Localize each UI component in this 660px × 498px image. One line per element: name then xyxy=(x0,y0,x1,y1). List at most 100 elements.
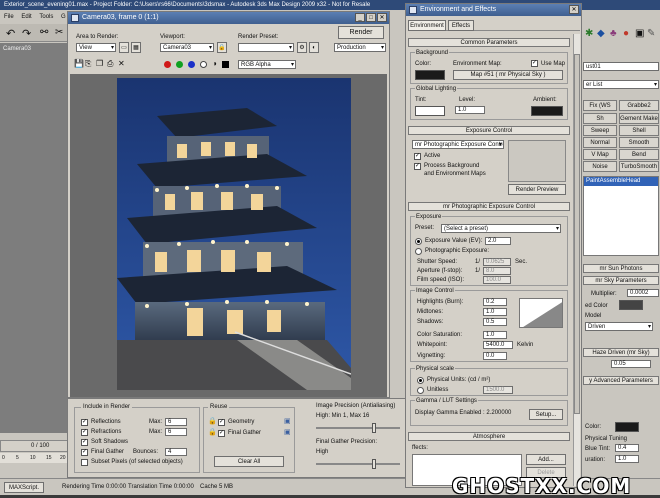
preset-select[interactable]: (Select a preset) xyxy=(441,224,561,233)
haze-field[interactable]: 0.05 xyxy=(611,360,651,368)
model-select[interactable]: Driven xyxy=(585,322,653,331)
track-bar[interactable]: 0 5 10 15 20 xyxy=(0,453,72,463)
close-button[interactable]: ✕ xyxy=(377,13,387,22)
geometry-lock-icon[interactable]: 🔒 xyxy=(208,417,217,425)
mod-sh[interactable]: Sh xyxy=(583,113,617,124)
modifier-list[interactable]: er List xyxy=(583,80,659,89)
shadows-field[interactable]: 0.5 xyxy=(483,318,507,326)
saturation-field[interactable]: 1.0 xyxy=(483,331,507,339)
mod-grabbe[interactable]: Grabbe2 xyxy=(619,100,659,111)
print-image-icon[interactable]: ⎙ xyxy=(107,59,113,69)
copy-image-icon[interactable]: ⎘ xyxy=(85,59,91,69)
maxscript-button[interactable]: MAXScript. xyxy=(4,482,44,493)
render-mode-select[interactable]: Production xyxy=(334,43,386,52)
rollout-sky-params[interactable]: mr Sky Parameters xyxy=(583,276,659,285)
undo-icon[interactable]: ↶ xyxy=(6,27,15,40)
env-map-button[interactable]: Map #51 ( mr Physical Sky ) xyxy=(453,70,563,80)
channel-display-select[interactable]: RGB Alpha xyxy=(238,60,296,69)
timeline[interactable]: 0 / 100 xyxy=(0,440,72,452)
rollout-common-params[interactable]: Common Parameters xyxy=(408,38,570,47)
tab-environment[interactable]: Environment xyxy=(408,20,446,31)
image-precision-slider[interactable] xyxy=(316,423,400,433)
mod-normal[interactable]: Normal xyxy=(583,137,617,148)
rollout-sun-photons[interactable]: mr Sun Photons xyxy=(583,264,659,273)
ev-radio[interactable] xyxy=(415,238,422,245)
render-setup-icon[interactable]: ⚙ xyxy=(297,42,307,53)
geometry-checkbox[interactable]: ✓ xyxy=(218,419,225,426)
hierarchy-tab-icon[interactable]: ♣ xyxy=(610,28,617,39)
process-bg-checkbox[interactable]: ✓ xyxy=(414,163,421,170)
highlights-field[interactable]: 0.2 xyxy=(483,298,507,306)
save-image-icon[interactable]: 💾 xyxy=(74,59,84,68)
bounces-field[interactable]: 4 xyxy=(165,448,187,456)
mod-noise[interactable]: Noise xyxy=(583,161,617,172)
rollout-atmosphere[interactable]: Atmosphere xyxy=(408,432,570,441)
final-gather-checkbox[interactable]: ✓ xyxy=(81,449,88,456)
physical-units-radio[interactable] xyxy=(417,377,424,384)
saturation-field[interactable]: 1.0 xyxy=(615,455,639,463)
menu-file[interactable]: File xyxy=(4,14,14,20)
soft-shadows-checkbox[interactable]: ✓ xyxy=(81,439,88,446)
whitepoint-field[interactable]: 5400.0 xyxy=(483,341,513,349)
object-name[interactable]: ust01 xyxy=(583,62,659,71)
clone-frame-icon[interactable]: ❐ xyxy=(96,59,103,68)
redo-icon[interactable]: ↷ xyxy=(22,27,31,40)
bg-color-swatch[interactable] xyxy=(415,70,445,80)
background-icon[interactable] xyxy=(222,61,229,68)
midtones-field[interactable]: 1.0 xyxy=(483,308,507,316)
stack-item-selected[interactable]: PaintAssembleHead xyxy=(584,177,658,186)
display-tab-icon[interactable]: ▣ xyxy=(635,28,644,39)
use-map-checkbox[interactable]: ✓ xyxy=(531,60,538,67)
minimize-button[interactable]: _ xyxy=(355,13,365,22)
viewport-label[interactable]: Camera03 xyxy=(3,46,31,52)
mono-icon[interactable]: ◑ xyxy=(212,59,217,68)
area-to-render-select[interactable]: View xyxy=(76,43,116,52)
mod-vmap[interactable]: V Map xyxy=(583,149,617,160)
rollout-sky-advanced[interactable]: y Advanced Parameters xyxy=(583,376,659,385)
color-swatch[interactable] xyxy=(615,422,639,432)
max-reflections-field[interactable]: 6 xyxy=(165,418,187,426)
mod-turbosmooth[interactable]: TurboSmooth xyxy=(619,161,659,172)
maximize-button[interactable]: □ xyxy=(366,13,376,22)
render-preset-select[interactable] xyxy=(238,43,294,52)
clear-all-button[interactable]: Clear All xyxy=(214,456,284,467)
viewport-select[interactable]: Camera03 xyxy=(160,43,214,52)
mod-bend[interactable]: Bend xyxy=(619,149,659,160)
render-button[interactable]: Render xyxy=(338,26,384,39)
mod-smooth[interactable]: Smooth xyxy=(619,137,659,148)
max-refractions-field[interactable]: 6 xyxy=(165,428,187,436)
unitless-radio[interactable] xyxy=(417,387,424,394)
gamma-setup-button[interactable]: Setup... xyxy=(529,409,563,420)
refractions-checkbox[interactable]: ✓ xyxy=(81,429,88,436)
rollout-haze-driven[interactable]: Haze Driven (mr Sky) xyxy=(583,348,659,357)
fg-precision-slider[interactable] xyxy=(316,459,400,469)
auto-region-button[interactable]: ▦ xyxy=(131,42,141,53)
geometry-cache-icon[interactable]: ▣ xyxy=(284,417,291,425)
ev-field[interactable]: 2.0 xyxy=(485,237,511,245)
fg-cache-icon[interactable]: ▣ xyxy=(284,428,291,436)
fg-lock-icon[interactable]: 🔒 xyxy=(208,428,217,436)
edit-region-button[interactable]: ▭ xyxy=(119,42,129,53)
env-close-button[interactable]: ✕ xyxy=(569,5,579,14)
active-checkbox[interactable]: ✓ xyxy=(414,153,421,160)
utilities-tab-icon[interactable]: ✎ xyxy=(647,28,655,39)
ambient-swatch[interactable] xyxy=(531,106,563,116)
environment-icon[interactable]: ◐ xyxy=(309,42,319,53)
unlink-icon[interactable]: ✂ xyxy=(55,27,63,38)
alpha-channel-icon[interactable] xyxy=(200,61,207,68)
reflections-checkbox[interactable]: ✓ xyxy=(81,419,88,426)
photo-exposure-radio[interactable] xyxy=(415,248,422,255)
add-effect-button[interactable]: Add... xyxy=(526,454,566,465)
level-field[interactable]: 1.0 xyxy=(455,106,485,114)
mod-shell[interactable]: Shell xyxy=(619,125,659,136)
motion-tab-icon[interactable]: ● xyxy=(623,28,629,39)
create-tab-icon[interactable]: ✱ xyxy=(585,28,593,39)
menu-edit[interactable]: Edit xyxy=(21,14,31,20)
green-channel-icon[interactable] xyxy=(176,61,183,68)
exposure-type-select[interactable]: mr Photographic Exposure Contro xyxy=(412,140,504,149)
modifier-stack[interactable]: PaintAssembleHead xyxy=(583,176,659,256)
tint-swatch[interactable] xyxy=(415,106,445,116)
clear-image-icon[interactable]: ✕ xyxy=(118,59,125,68)
mod-sweep[interactable]: Sweep xyxy=(583,125,617,136)
env-scrollbar[interactable] xyxy=(573,34,580,486)
